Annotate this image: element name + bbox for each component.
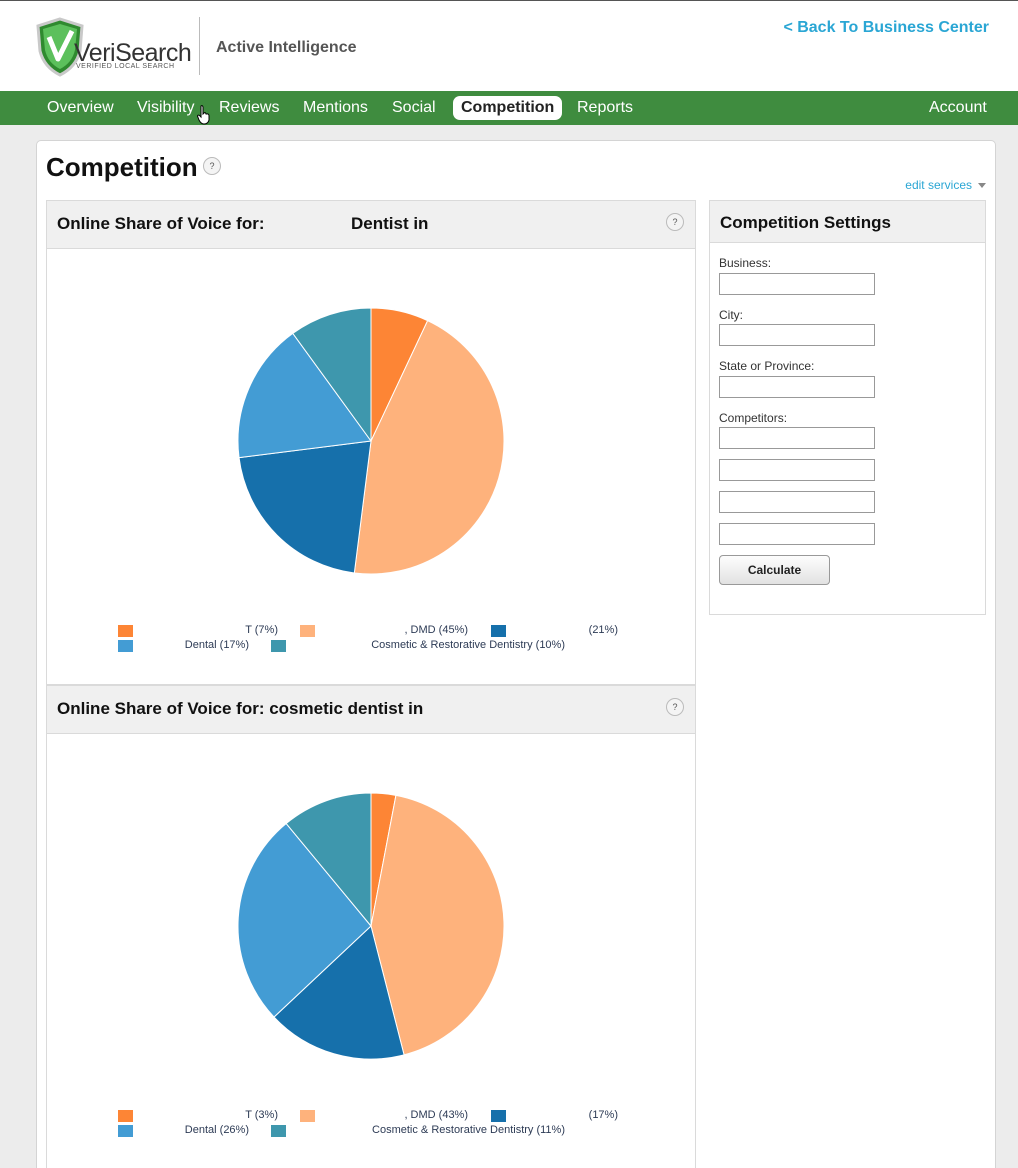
legend-label: , DMD (43%) — [404, 1109, 468, 1121]
city-label: City: — [719, 308, 743, 322]
legend-swatch — [300, 625, 315, 637]
nav-competition[interactable]: Competition — [453, 96, 563, 120]
panel-header: Online Share of Voice for: cosmetic dent… — [47, 686, 695, 734]
competitor-4-input[interactable] — [719, 523, 875, 545]
competitor-3-input[interactable] — [719, 491, 875, 513]
nav-social[interactable]: Social — [384, 96, 444, 120]
panel-help-icon[interactable]: ? — [666, 213, 684, 231]
panel-help-icon[interactable]: ? — [666, 698, 684, 716]
pie-slice-3[interactable] — [238, 440, 372, 574]
nav-reports[interactable]: Reports — [569, 96, 641, 120]
page-help-icon[interactable]: ? — [203, 157, 221, 175]
panel-header: Online Share of Voice for: Dentist in ? — [47, 201, 695, 249]
legend-swatch — [118, 625, 133, 637]
hand-cursor-icon — [197, 105, 210, 125]
nav-reviews[interactable]: Reviews — [211, 96, 287, 120]
product-name: Active Intelligence — [216, 39, 357, 56]
nav-visibility[interactable]: Visibility — [129, 96, 203, 120]
legend-label: Dental (17%) — [184, 639, 249, 651]
settings-header: Competition Settings — [710, 201, 985, 243]
competitor-1-input[interactable] — [719, 427, 875, 449]
share-of-voice-panel-1: Online Share of Voice for: Dentist in ? — [46, 200, 696, 685]
edit-services-dropdown[interactable]: edit services — [905, 178, 986, 192]
legend-swatch — [271, 640, 286, 652]
legend-label: T (7%) — [245, 624, 278, 636]
legend-swatch — [300, 1110, 315, 1122]
verisearch-logo[interactable]: VeriSearch VERIFIED LOCAL SEARCH — [36, 17, 192, 77]
state-label: State or Province: — [719, 359, 815, 373]
panel-title-keyword: Dentist in — [351, 214, 429, 233]
legend-label: Cosmetic & Restorative Dentistry (10%) — [371, 639, 565, 651]
legend-label: Dental (26%) — [184, 1124, 249, 1136]
legend-swatch — [118, 1125, 133, 1137]
legend-swatch — [118, 1110, 133, 1122]
city-input[interactable] — [719, 324, 875, 346]
legend-label: , DMD (45%) — [404, 624, 468, 636]
state-input[interactable] — [719, 376, 875, 398]
settings-title: Competition Settings — [720, 213, 891, 232]
header: VeriSearch VERIFIED LOCAL SEARCH Active … — [0, 0, 1018, 91]
main-nav: Overview Visibility Reviews Mentions Soc… — [0, 91, 1018, 125]
header-divider — [199, 17, 200, 75]
panel-title: Online Share of Voice for: — [57, 214, 265, 233]
pie-chart-1 — [237, 307, 505, 575]
pie-chart-2 — [237, 792, 505, 1060]
competitors-label: Competitors: — [719, 411, 788, 425]
logo-tagline: VERIFIED LOCAL SEARCH — [76, 63, 175, 70]
panel-title: Online Share of Voice for: cosmetic dent… — [57, 699, 424, 718]
legend-swatch — [118, 640, 133, 652]
legend-swatch — [491, 1110, 506, 1122]
back-to-business-center-link[interactable]: < Back To Business Center — [783, 19, 989, 37]
legend-label: (17%) — [588, 1109, 618, 1121]
share-of-voice-panel-2: Online Share of Voice for: cosmetic dent… — [46, 685, 696, 1168]
legend-swatch — [271, 1125, 286, 1137]
nav-mentions[interactable]: Mentions — [295, 96, 376, 120]
nav-account[interactable]: Account — [921, 96, 995, 120]
legend-label: T (3%) — [245, 1109, 278, 1121]
business-label: Business: — [719, 256, 772, 270]
caret-down-icon — [978, 183, 986, 188]
legend-label: (21%) — [588, 624, 618, 636]
edit-services-label: edit services — [905, 178, 972, 192]
page-title: Competition — [46, 152, 198, 182]
legend-swatch — [491, 625, 506, 637]
nav-overview[interactable]: Overview — [39, 96, 122, 120]
business-input[interactable] — [719, 273, 875, 295]
legend-label: Cosmetic & Restorative Dentistry (11%) — [372, 1124, 565, 1136]
competitor-2-input[interactable] — [719, 459, 875, 481]
calculate-button[interactable]: Calculate — [719, 555, 830, 585]
